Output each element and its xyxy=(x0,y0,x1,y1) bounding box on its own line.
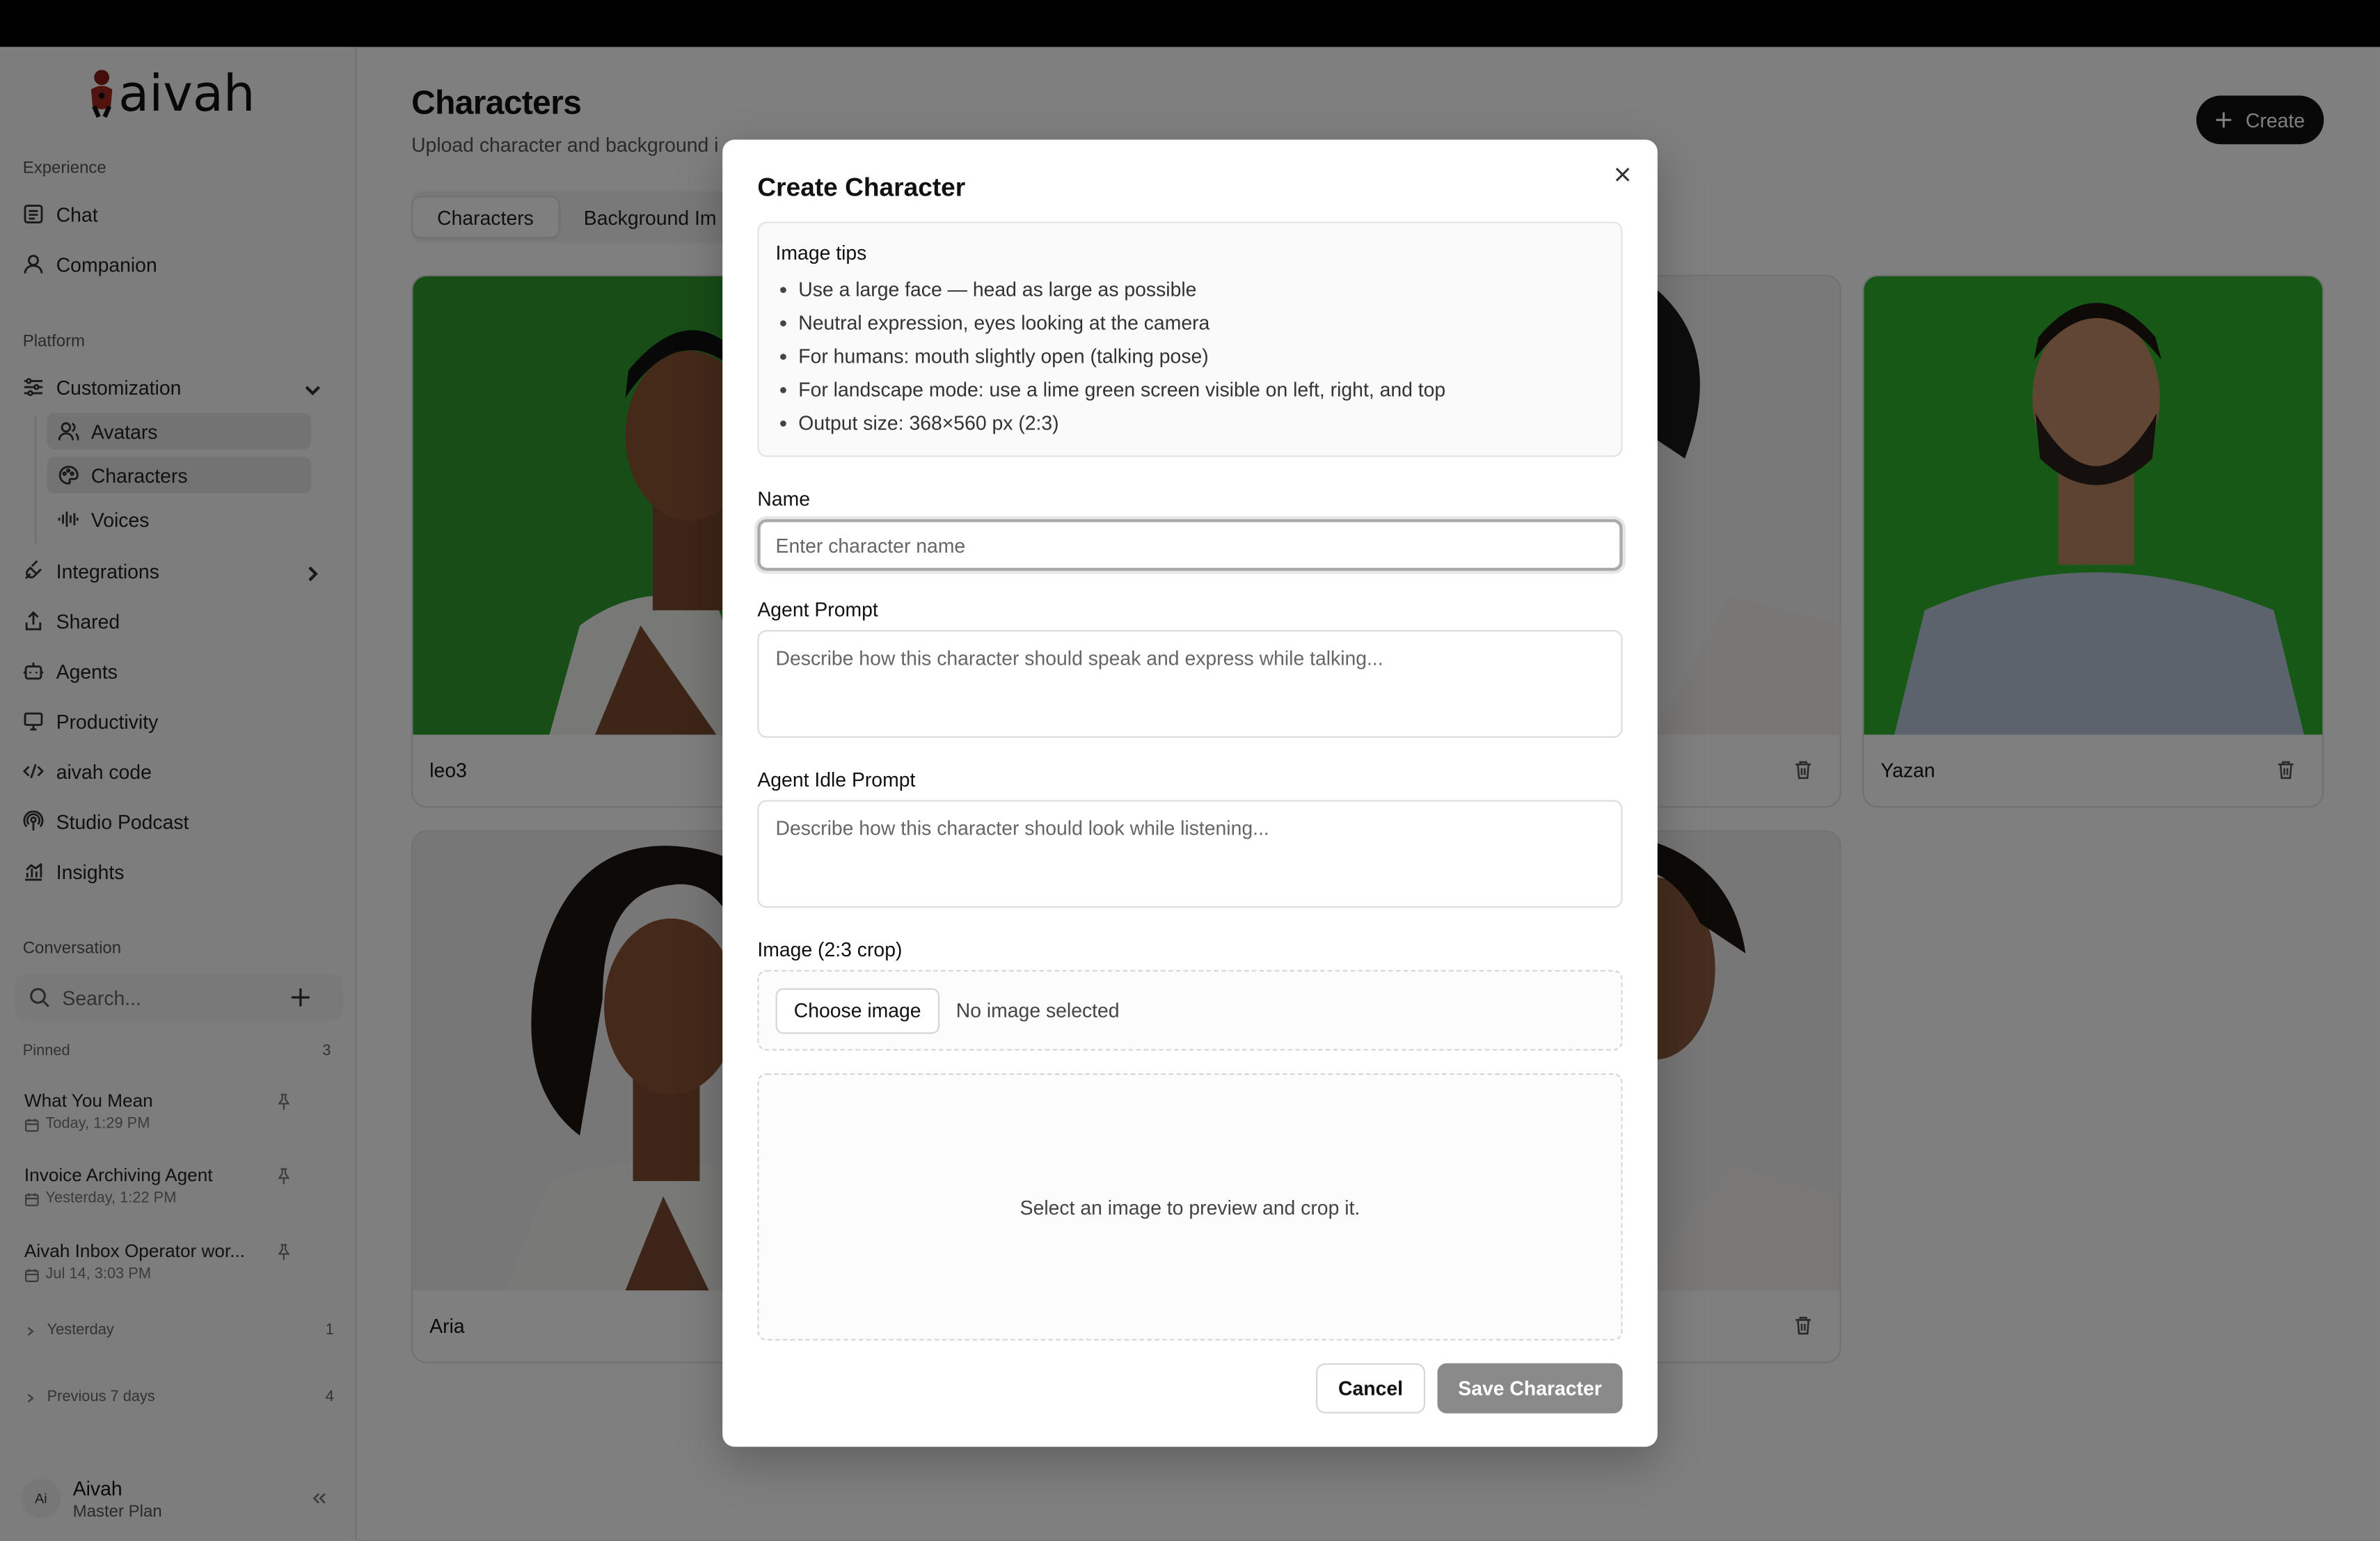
no-image-text: No image selected xyxy=(955,999,1120,1022)
cancel-button[interactable]: Cancel xyxy=(1316,1363,1426,1414)
app-window: aivah Experience Chat Companion Platform… xyxy=(0,47,2380,1541)
tips-list: Use a large face — head as large as poss… xyxy=(776,274,1605,441)
name-input[interactable] xyxy=(757,519,1623,571)
tip-item: For landscape mode: use a lime green scr… xyxy=(776,374,1605,407)
tip-item: Use a large face — head as large as poss… xyxy=(776,274,1605,307)
image-file-row: Choose image No image selected xyxy=(757,970,1623,1051)
image-preview-area[interactable]: Select an image to preview and crop it. xyxy=(757,1073,1623,1341)
tip-item: For humans: mouth slightly open (talking… xyxy=(776,340,1605,374)
tips-title: Image tips xyxy=(775,241,867,264)
close-icon[interactable] xyxy=(1614,166,1632,184)
agent-prompt-textarea[interactable] xyxy=(757,630,1623,738)
tip-item: Output size: 368×560 px (2:3) xyxy=(776,407,1605,441)
agent-prompt-label: Agent Prompt xyxy=(757,598,878,622)
app-root: aivah Experience Chat Companion Platform… xyxy=(0,0,2380,1541)
agent-idle-prompt-label: Agent Idle Prompt xyxy=(757,768,916,791)
agent-idle-prompt-textarea[interactable] xyxy=(757,800,1623,908)
save-character-button[interactable]: Save Character xyxy=(1437,1363,1623,1414)
image-label: Image (2:3 crop) xyxy=(757,938,903,961)
choose-image-button[interactable]: Choose image xyxy=(775,987,939,1034)
tip-item: Neutral expression, eyes looking at the … xyxy=(776,307,1605,340)
preview-placeholder-text: Select an image to preview and crop it. xyxy=(1020,1195,1360,1219)
create-character-dialog: Create Character Image tips Use a large … xyxy=(722,139,1658,1447)
dialog-title: Create Character xyxy=(757,173,966,203)
top-black-bar xyxy=(0,0,2380,47)
image-tips-box: Image tips Use a large face — head as la… xyxy=(757,221,1623,457)
name-label: Name xyxy=(757,487,811,510)
